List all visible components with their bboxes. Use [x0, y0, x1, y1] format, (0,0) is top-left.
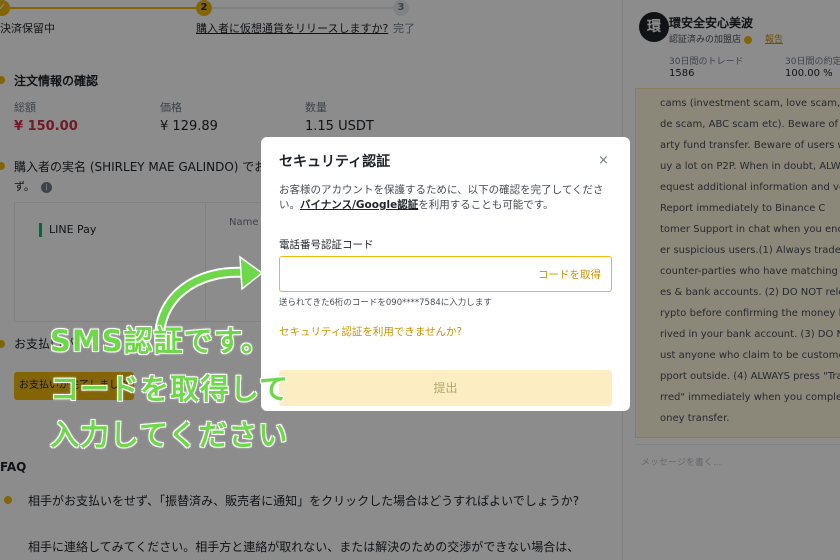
modal-description-text-end: を利用することも可能です。 — [418, 199, 554, 211]
sms-code-label: 電話番号認証コード — [279, 239, 374, 251]
sms-code-hint: 送られてきた6桁のコードを090****7584に入力します — [279, 298, 492, 308]
annotation-line-1: SMS認証です。 — [50, 324, 271, 358]
binance-google-auth-link[interactable]: バイナンス/Google認証 — [300, 199, 418, 211]
security-verification-modal: セキュリティ認証 × お客様のアカウントを保護するために、以下の確認を完了してく… — [261, 137, 630, 411]
annotation-line-3: 入力してください — [50, 418, 289, 452]
close-icon[interactable]: × — [598, 153, 609, 168]
submit-button[interactable]: 提出 — [279, 370, 612, 406]
modal-description: お客様のアカウントを保護するために、以下の確認を完了してください。バイナンス/G… — [279, 183, 615, 213]
sms-code-input[interactable] — [288, 263, 518, 285]
get-code-button[interactable]: コードを取得 — [538, 267, 601, 282]
annotation-line-2: コードを取得して — [50, 372, 290, 406]
security-help-link[interactable]: セキュリティ認証を利用できませんか? — [279, 324, 462, 339]
sms-code-field: コードを取得 — [279, 256, 612, 292]
modal-title: セキュリティ認証 — [279, 154, 391, 170]
